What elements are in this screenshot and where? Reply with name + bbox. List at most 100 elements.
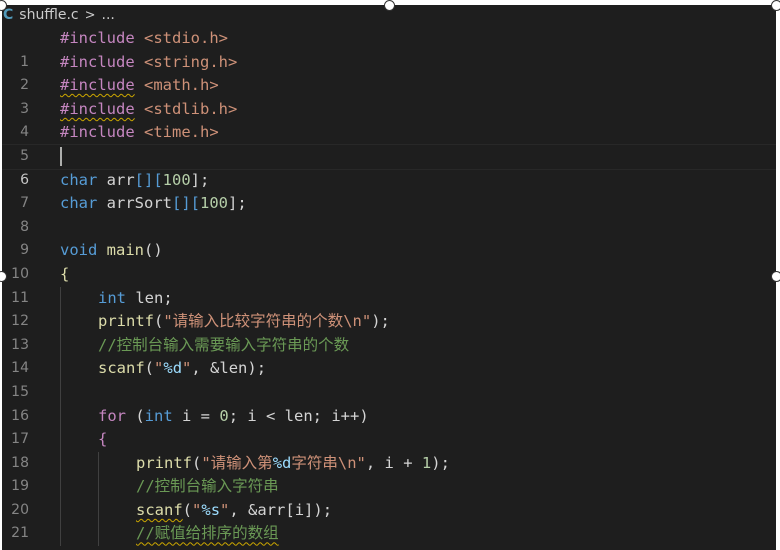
- indent-guide: [60, 428, 61, 452]
- indent-guide: [98, 522, 99, 547]
- open-brace: {: [60, 264, 70, 283]
- indent-guide: [98, 451, 99, 476]
- code-line[interactable]: 17 for (int i = 0; i < len; i++): [2, 404, 776, 447]
- comment: //控制台输入需要输入字符串的个数: [98, 335, 350, 354]
- indent-guide: [60, 451, 61, 476]
- code-line[interactable]: 3 #include <math.h>: [2, 74, 776, 117]
- punctuation: );: [371, 312, 390, 331]
- number-literal: 100: [162, 170, 191, 189]
- indent-guide: [60, 357, 61, 381]
- include-directive-warning[interactable]: #include: [60, 76, 135, 94]
- code-line[interactable]: 8 char arrSort[][100];: [2, 192, 776, 235]
- code-line[interactable]: 5 #include <time.h>: [2, 121, 776, 164]
- code-line[interactable]: 11 {: [2, 263, 776, 306]
- code-line[interactable]: 13 printf("请输入比较字符串的个数\n");: [2, 310, 776, 353]
- code-line[interactable]: 18 {: [2, 428, 776, 471]
- function-name: main: [106, 241, 144, 260]
- string-literal: ": [356, 453, 366, 472]
- format-specifier: %d: [272, 453, 292, 472]
- line-content: scanf("%s", &arr[i]);: [136, 499, 332, 523]
- function-name-warning[interactable]: scanf: [136, 501, 183, 519]
- punctuation: ];: [228, 194, 247, 213]
- line-content: char arr[][100];: [60, 169, 209, 193]
- control-keyword: for: [98, 406, 126, 425]
- resize-handle-middle-right[interactable]: [771, 271, 780, 282]
- code-line[interactable]: 22 //赋值给排序的数组: [2, 522, 776, 550]
- line-content: void main(): [60, 239, 163, 263]
- type-keyword: int: [144, 406, 173, 425]
- identifier: arrSort: [106, 194, 172, 213]
- resize-handle-top-right[interactable]: [771, 0, 780, 11]
- code-editor[interactable]: C shuffle.c > ... 1 #include <stdio.h> 2…: [2, 5, 776, 550]
- string-literal: ": [192, 500, 202, 519]
- line-content: {: [60, 263, 69, 287]
- code-line[interactable]: 1 #include <stdio.h>: [2, 27, 776, 70]
- line-content: [60, 145, 62, 169]
- punctuation: (: [192, 453, 202, 472]
- include-directive-warning[interactable]: #include: [60, 100, 135, 118]
- code-line[interactable]: 15 scanf("%d", &len);: [2, 357, 776, 400]
- line-content: char arrSort[][100];: [60, 192, 247, 216]
- open-brace: {: [98, 430, 108, 449]
- identifier: ; i < len; i++): [228, 406, 369, 425]
- comment: //控制台输入字符串: [136, 477, 279, 496]
- string-literal: ": [154, 359, 164, 378]
- header-name: <time.h>: [144, 123, 219, 142]
- type-keyword: int: [98, 288, 126, 307]
- format-specifier: %s: [201, 500, 221, 519]
- identifier: i =: [172, 406, 220, 425]
- include-directive: #include: [60, 52, 135, 71]
- line-content: printf("请输入比较字符串的个数\n");: [98, 310, 390, 334]
- string-literal: ": [361, 312, 372, 331]
- indent-guide: [60, 404, 61, 429]
- type-keyword: char: [60, 194, 98, 213]
- code-line[interactable]: 9: [2, 216, 776, 258]
- breadcrumb-more[interactable]: ...: [102, 7, 115, 23]
- code-line[interactable]: 2 #include <string.h>: [2, 51, 776, 94]
- number-literal: 1: [421, 453, 432, 472]
- line-content: {: [98, 428, 107, 452]
- escape-sequence: \n: [343, 312, 362, 331]
- code-line[interactable]: 20 //控制台输入字符串: [2, 475, 776, 518]
- code-line[interactable]: 12 int len;: [2, 286, 776, 329]
- comment-warning: //赋值给排序的数组: [136, 524, 279, 543]
- include-directive: #include: [60, 123, 135, 142]
- brackets: [][: [134, 170, 163, 189]
- code-line[interactable]: 10 void main(): [2, 239, 776, 282]
- indent-guide: [60, 498, 61, 523]
- code-line[interactable]: 4 #include <stdlib.h>: [2, 98, 776, 141]
- code-line[interactable]: 19 printf("请输入第%d字符串\n", i + 1);: [2, 451, 776, 494]
- string-literal: ": [182, 359, 192, 378]
- code-area[interactable]: 1 #include <stdio.h> 2 #include <string.…: [2, 27, 776, 550]
- code-line[interactable]: 21 scanf("%s", &arr[i]);: [2, 498, 776, 541]
- chevron-right-icon: >: [84, 7, 96, 23]
- line-content: #include <time.h>: [60, 121, 219, 145]
- indent-guide: [60, 286, 61, 311]
- function-name: scanf: [98, 359, 145, 378]
- code-line[interactable]: 14 //控制台输入需要输入字符串的个数: [2, 333, 776, 376]
- escape-sequence: \n: [337, 453, 357, 472]
- function-name: printf: [136, 453, 192, 472]
- code-line-current[interactable]: 6: [2, 143, 776, 188]
- breadcrumb-file-name[interactable]: shuffle.c: [19, 7, 78, 23]
- number-literal: 100: [200, 194, 228, 213]
- line-content: scanf("%d", &len);: [98, 357, 266, 381]
- identifier: , i +: [365, 453, 422, 472]
- code-line[interactable]: 7 char arr[][100];: [2, 169, 776, 212]
- code-line[interactable]: 16: [2, 380, 776, 424]
- resize-handle-top-center[interactable]: [384, 0, 395, 11]
- punctuation: (: [144, 359, 155, 378]
- string-literal: "请输入比较字符串的个数: [163, 312, 344, 331]
- line-content: printf("请输入第%d字符串\n", i + 1);: [136, 452, 450, 476]
- line-content: for (int i = 0; i < len; i++): [98, 405, 369, 429]
- string-literal: "请输入第: [201, 453, 273, 472]
- punctuation: );: [431, 453, 450, 472]
- string-literal: ": [220, 500, 230, 519]
- indent-guide: [60, 522, 61, 547]
- text-cursor-icon: [60, 146, 62, 166]
- punctuation: (: [182, 500, 193, 519]
- function-name: printf: [98, 312, 154, 331]
- line-content: //控制台输入字符串: [136, 475, 279, 499]
- indent-guide: [98, 498, 99, 523]
- type-keyword: char: [60, 170, 98, 189]
